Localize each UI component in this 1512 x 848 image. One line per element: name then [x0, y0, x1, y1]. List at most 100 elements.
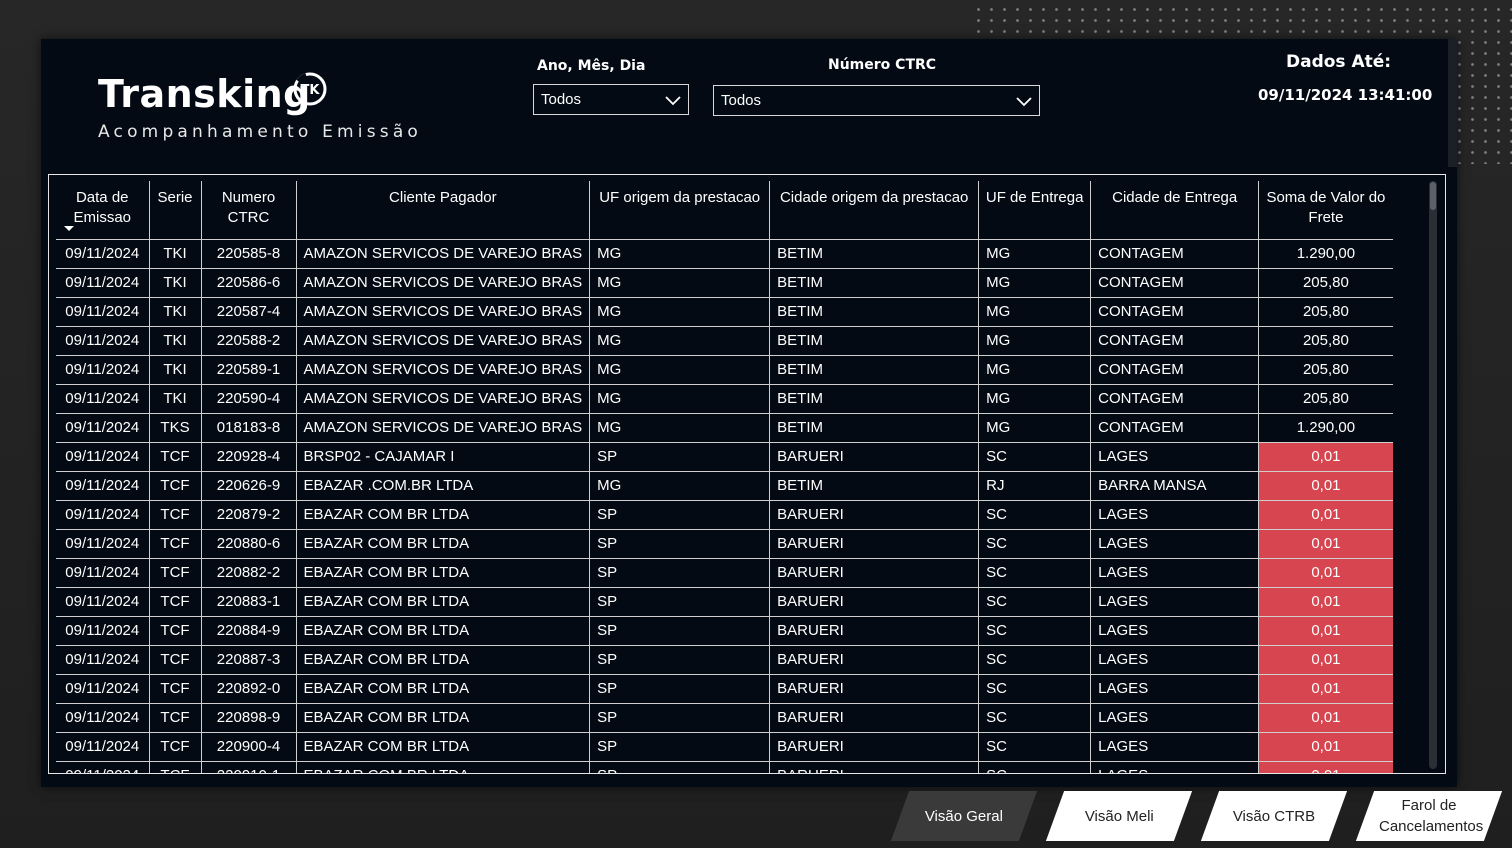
table-cell: AMAZON SERVICOS DE VAREJO BRAS	[295, 239, 590, 269]
table-row[interactable]: 09/11/2024 TCF 220626-9 EBAZAR .COM.BR LTDA…	[56, 471, 1393, 501]
table-cell: 09/11/2024	[56, 645, 149, 675]
table-cell: EBAZAR COM BR LTDA	[295, 616, 590, 646]
ctrc-filter-select[interactable]: Todos	[713, 85, 1040, 116]
nav-tab-4[interactable]: Farol de Cancelamentos	[1355, 791, 1503, 841]
table-row[interactable]: 09/11/2024 TKI 220589-1 AMAZON SERVICOS DE …	[56, 355, 1393, 385]
table-row[interactable]: 09/11/2024 TCF 220928-4 BRSP02 - CAJAMAR IS…	[56, 442, 1393, 472]
table-row[interactable]: 09/11/2024 TKI 220590-4 AMAZON SERVICOS DE …	[56, 384, 1393, 414]
table-cell: BARUERI	[769, 703, 979, 733]
column-header[interactable]: UF origem da prestacao	[589, 181, 770, 240]
table-cell: SP	[589, 616, 770, 646]
nav-tab-1[interactable]: Visão Geral	[890, 791, 1038, 841]
table-cell: TKI	[148, 326, 201, 356]
table-row[interactable]: 09/11/2024TCF220910-1EBAZAR COM BR LTDAS…	[56, 761, 1393, 773]
column-header-label: Cidade origem da prestacao	[779, 189, 969, 206]
column-header-label: Numero CTRC	[221, 189, 276, 226]
scrollbar-thumb[interactable]	[1430, 182, 1436, 210]
table-cell: 220880-6	[200, 529, 296, 559]
table-row[interactable]: 09/11/2024 TKI 220586-6 AMAZON SERVICOS DE …	[56, 268, 1393, 298]
table-cell: MG	[589, 471, 770, 501]
table-cell: LAGES	[1090, 616, 1259, 646]
table-cell: TKI	[148, 239, 201, 269]
table-cell: 1.290,00	[1258, 239, 1393, 269]
table-row[interactable]: 09/11/2024 TKS 018183-8 AMAZON SERVICOS DE …	[56, 413, 1393, 443]
table-cell: 0,01	[1258, 442, 1393, 472]
table-cell: MG	[589, 355, 770, 385]
table-cell: SC	[978, 616, 1091, 646]
table-row[interactable]: 09/11/2024 TCF 220884-9 EBAZAR COM BR LTDA S…	[56, 616, 1393, 646]
column-header[interactable]: Serie	[148, 181, 201, 240]
table-cell: EBAZAR COM BR LTDA	[295, 732, 590, 762]
table-cell: 220586-6	[200, 268, 296, 298]
nav-tab-label: Farol de Cancelamentos	[1379, 797, 1484, 835]
table-cell: TCF	[148, 442, 201, 472]
date-filter-label: Ano, Mês, Dia	[537, 58, 646, 74]
table-cell: AMAZON SERVICOS DE VAREJO BRAS	[295, 413, 590, 443]
nav-tab-2[interactable]: Visão Meli	[1045, 791, 1193, 841]
table-row[interactable]: 09/11/2024 TKI 220585-8 AMAZON SERVICOS DE …	[56, 239, 1393, 269]
table-cell: 09/11/2024	[56, 703, 149, 733]
table-row[interactable]: 09/11/2024 TCF 220900-4 EBAZAR COM BR LTDA S…	[56, 732, 1393, 762]
table-cell: LAGES	[1090, 645, 1259, 675]
table-cell: 0,01	[1258, 616, 1393, 646]
column-header[interactable]: UF de Entrega	[978, 181, 1091, 240]
table-cell: CONTAGEM	[1090, 268, 1259, 298]
table-cell: BETIM	[769, 326, 979, 356]
column-header[interactable]: Cliente Pagador	[295, 181, 590, 240]
table-row[interactable]: 09/11/2024 TCF 220887-3 EBAZAR COM BR LTDA S…	[56, 645, 1393, 675]
table-row[interactable]: 09/11/2024 TCF 220898-9 EBAZAR COM BR LTDA S…	[56, 703, 1393, 733]
column-header-label: UF de Entrega	[985, 189, 1084, 206]
table-cell: 09/11/2024	[56, 616, 149, 646]
table-cell: TKI	[148, 268, 201, 298]
table-row[interactable]: 09/11/2024 TKI 220588-2 AMAZON SERVICOS DE …	[56, 326, 1393, 356]
table-row[interactable]: 09/11/2024 TCF 220879-2 EBAZAR COM BR LTDA S…	[56, 500, 1393, 530]
table-cell: TCF	[148, 616, 201, 646]
table-cell: 220626-9	[200, 471, 296, 501]
table-cell: 220589-1	[200, 355, 296, 385]
table-row[interactable]: 09/11/2024 TCF 220883-1 EBAZAR COM BR LTDA S…	[56, 587, 1393, 617]
table-cell: MG	[978, 355, 1091, 385]
table-cell: LAGES	[1090, 529, 1259, 559]
table-cell: 0,01	[1258, 645, 1393, 675]
column-header[interactable]: Cidade origem da prestacao	[769, 181, 979, 240]
chevron-down-icon	[1016, 97, 1032, 107]
nav-tab-3[interactable]: Visão CTRB	[1200, 791, 1348, 841]
table-row[interactable]: 09/11/2024 TKI 220587-4 AMAZON SERVICOS DE …	[56, 297, 1393, 327]
tk-logo-icon: TK	[293, 72, 327, 106]
column-header[interactable]: Cidade de Entrega	[1090, 181, 1259, 240]
table-cell: SC	[978, 761, 1091, 773]
data-table: Data de Emissao Serie Numero CTRC Cliente P…	[56, 181, 1393, 773]
column-header[interactable]: Data de Emissao	[56, 181, 149, 240]
table-cell: 220883-1	[200, 587, 296, 617]
table-row[interactable]: 09/11/2024 TCF 220892-0 EBAZAR COM BR LTDA S…	[56, 674, 1393, 704]
table-row[interactable]: 09/11/2024 TCF 220880-6 EBAZAR COM BR LTDA S…	[56, 529, 1393, 559]
nav-tab-label: Visão Geral	[924, 807, 1004, 825]
column-header[interactable]: Soma de Valor do Frete	[1258, 181, 1393, 240]
table-cell: SP	[589, 558, 770, 588]
table-cell: SC	[978, 529, 1091, 559]
table-cell: 09/11/2024	[56, 297, 149, 327]
table-header-row: Data de Emissao Serie Numero CTRC Cliente P…	[56, 181, 1393, 240]
table-cell: SP	[589, 645, 770, 675]
column-header-label: Soma de Valor do Frete	[1266, 189, 1386, 226]
table-cell: EBAZAR COM BR LTDA	[295, 703, 590, 733]
table-cell: TCF	[148, 500, 201, 530]
table-cell: LAGES	[1090, 674, 1259, 704]
brand-subtitle: Acompanhamento Emissão	[98, 122, 423, 142]
table-cell: BARUERI	[769, 587, 979, 617]
table-cell: LAGES	[1090, 703, 1259, 733]
data-table-frame: Data de Emissao Serie Numero CTRC Cliente P…	[48, 174, 1446, 774]
vertical-scrollbar[interactable]	[1429, 181, 1437, 769]
table-cell: MG	[589, 268, 770, 298]
date-filter-select[interactable]: Todos	[533, 84, 689, 115]
table-cell: BARUERI	[769, 558, 979, 588]
table-row[interactable]: 09/11/2024 TCF 220882-2 EBAZAR COM BR LTDA S…	[56, 558, 1393, 588]
table-cell: CONTAGEM	[1090, 384, 1259, 414]
table-cell: 09/11/2024	[56, 355, 149, 385]
ctrc-filter-label: Número CTRC	[828, 57, 937, 73]
table-cell: BETIM	[769, 268, 979, 298]
table-cell: LAGES	[1090, 587, 1259, 617]
table-cell: 09/11/2024	[56, 500, 149, 530]
column-header[interactable]: Numero CTRC	[200, 181, 296, 240]
tk-logo-text: TK	[301, 83, 321, 98]
